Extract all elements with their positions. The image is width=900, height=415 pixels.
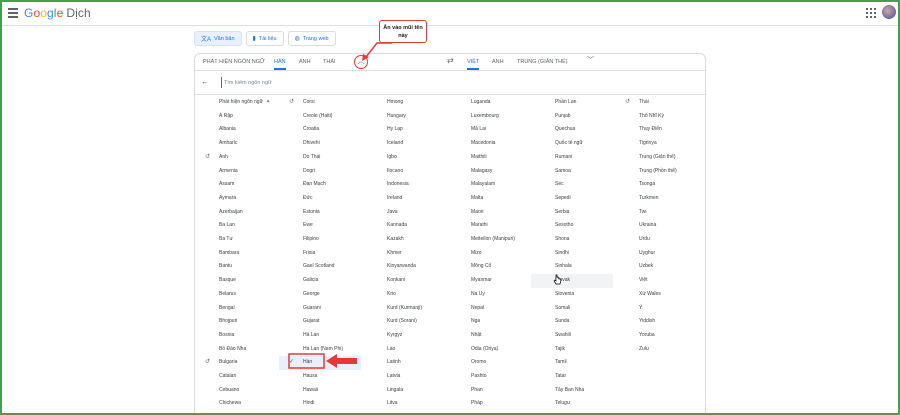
selected-language-arrow	[326, 354, 357, 368]
annotation-callout: Ấn vào mũi tên này	[379, 20, 427, 43]
callout-pointer-arrow	[365, 42, 392, 58]
annotation-arrows	[288, 42, 392, 369]
selected-language-highlight-box	[288, 353, 325, 369]
